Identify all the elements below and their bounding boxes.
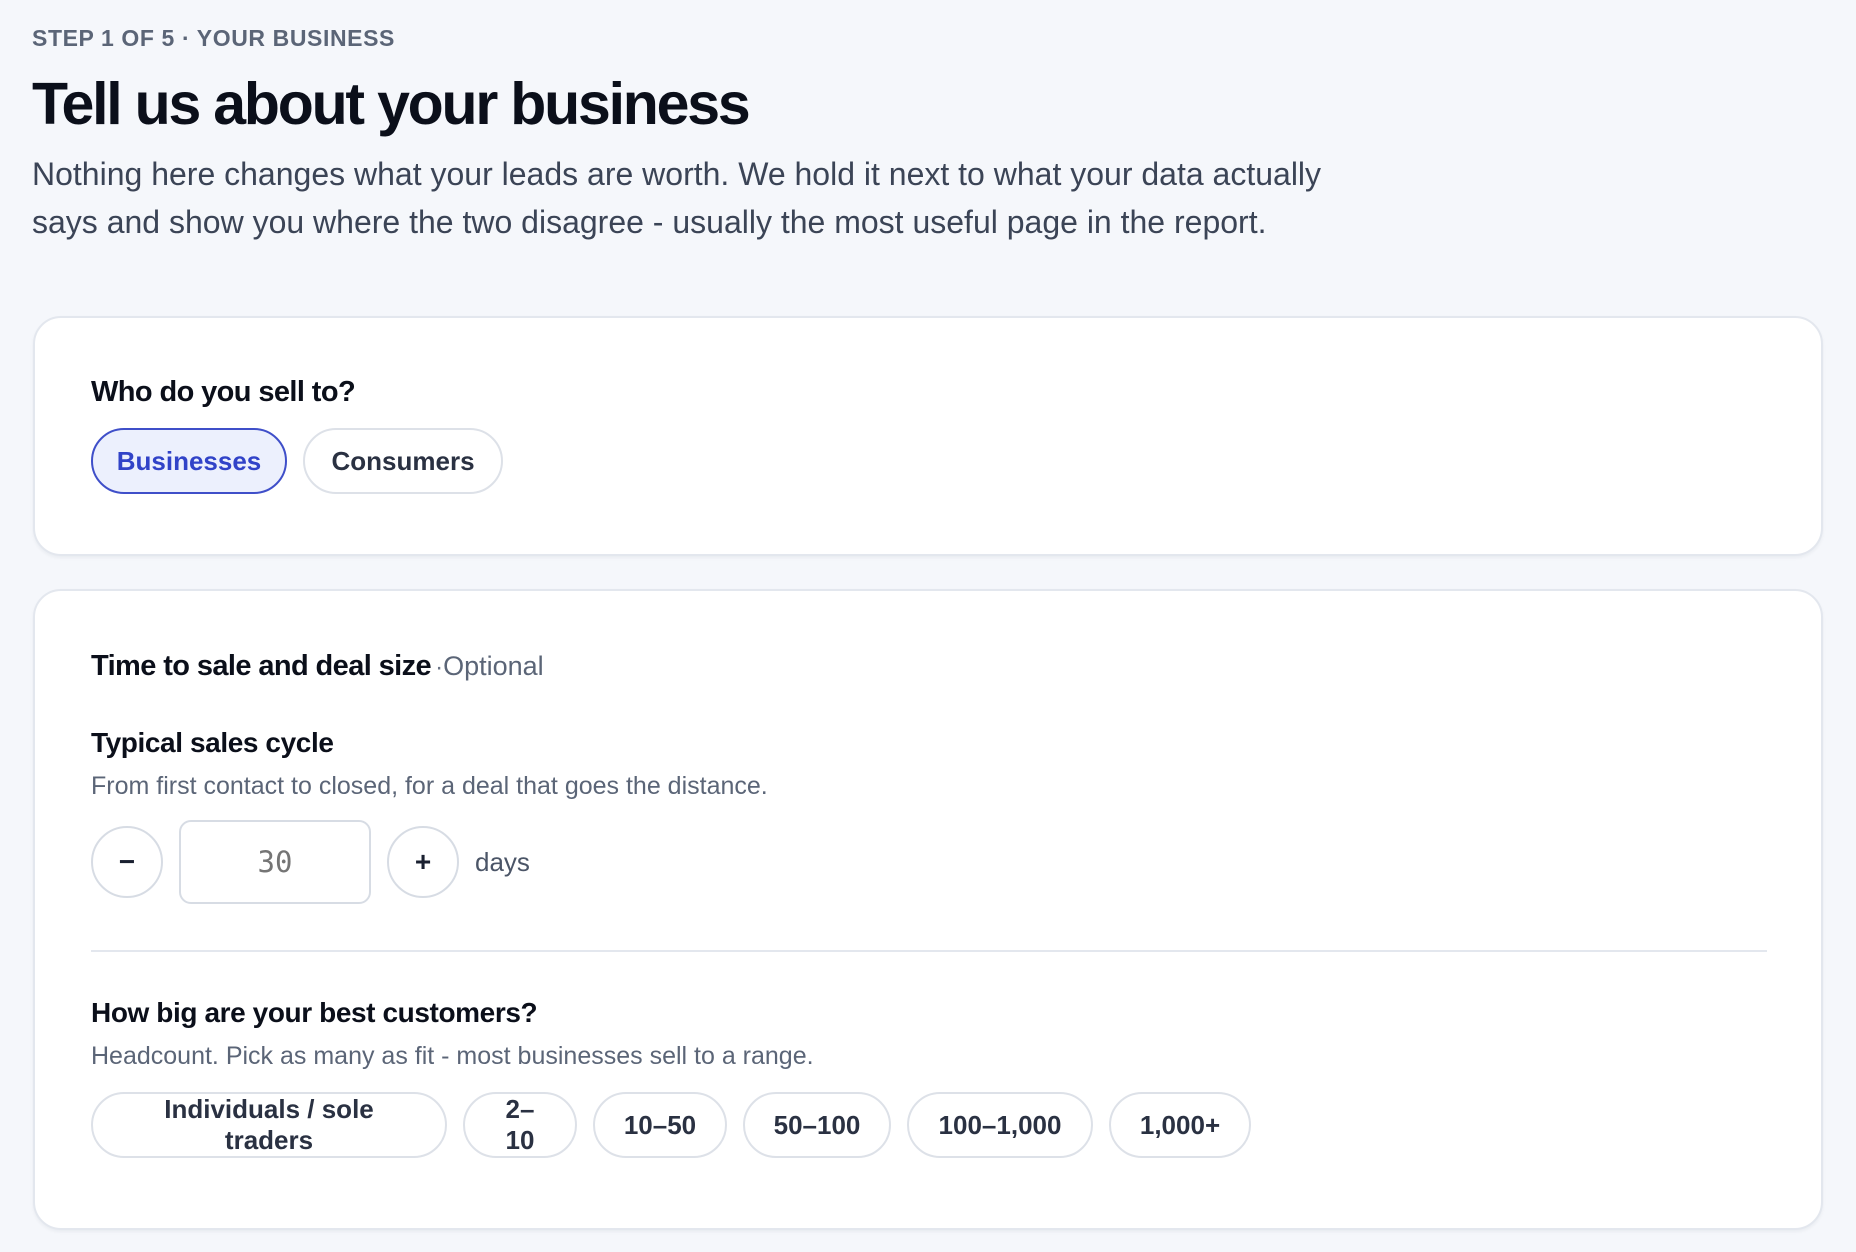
customer-size-label: How big are your best customers? xyxy=(91,997,538,1028)
decrement-button[interactable]: − xyxy=(91,826,163,898)
customer-size-help: Headcount. Pick as many as fit - most bu… xyxy=(91,1042,814,1070)
size-option-10-50[interactable]: 10–50 xyxy=(593,1092,727,1158)
audience-question: Who do you sell to? xyxy=(91,376,356,408)
deal-heading: Time to sale and deal size ·Optional xyxy=(91,648,1765,686)
size-option-2-10[interactable]: 2–10 xyxy=(463,1092,577,1158)
page-title: Tell us about your business xyxy=(32,71,751,137)
size-option-individuals[interactable]: Individuals / sole traders xyxy=(91,1092,447,1158)
sales-cycle-help: From first contact to closed, for a deal… xyxy=(91,772,768,800)
audience-option-businesses[interactable]: Businesses xyxy=(91,428,287,494)
optional-label: Optional xyxy=(443,651,544,681)
size-option-1000-plus[interactable]: 1,000+ xyxy=(1109,1092,1251,1158)
intro-line-1: Nothing here changes what your leads are… xyxy=(32,156,1322,192)
size-option-100-1000[interactable]: 100–1,000 xyxy=(907,1092,1093,1158)
step-indicator: STEP 1 OF 5 · YOUR BUSINESS xyxy=(32,25,395,51)
deal-card: Time to sale and deal size ·Optional Typi… xyxy=(33,589,1823,1230)
section-divider xyxy=(91,950,1767,952)
sales-cycle-stepper: − + days xyxy=(91,820,1765,904)
customer-size-options: Individuals / sole traders 2–10 10–50 50… xyxy=(91,1092,1765,1158)
deal-heading-text: Time to sale and deal size xyxy=(91,650,432,682)
optional-separator: · xyxy=(435,654,444,681)
page-intro: Nothing here changes what your leads are… xyxy=(32,150,1432,246)
audience-card: Who do you sell to? Businesses Consumers xyxy=(33,316,1823,556)
audience-option-consumers[interactable]: Consumers xyxy=(303,428,503,494)
increment-button[interactable]: + xyxy=(387,826,459,898)
sales-cycle-unit: days xyxy=(475,846,530,877)
intro-line-2: says and show you where the two disagree… xyxy=(32,204,1267,240)
sales-cycle-input[interactable] xyxy=(179,820,371,904)
size-option-50-100[interactable]: 50–100 xyxy=(743,1092,891,1158)
onboarding-page: STEP 1 OF 5 · YOUR BUSINESS Tell us abou… xyxy=(0,0,1856,1252)
sales-cycle-label: Typical sales cycle xyxy=(91,727,334,758)
audience-options: Businesses Consumers xyxy=(91,428,1765,494)
